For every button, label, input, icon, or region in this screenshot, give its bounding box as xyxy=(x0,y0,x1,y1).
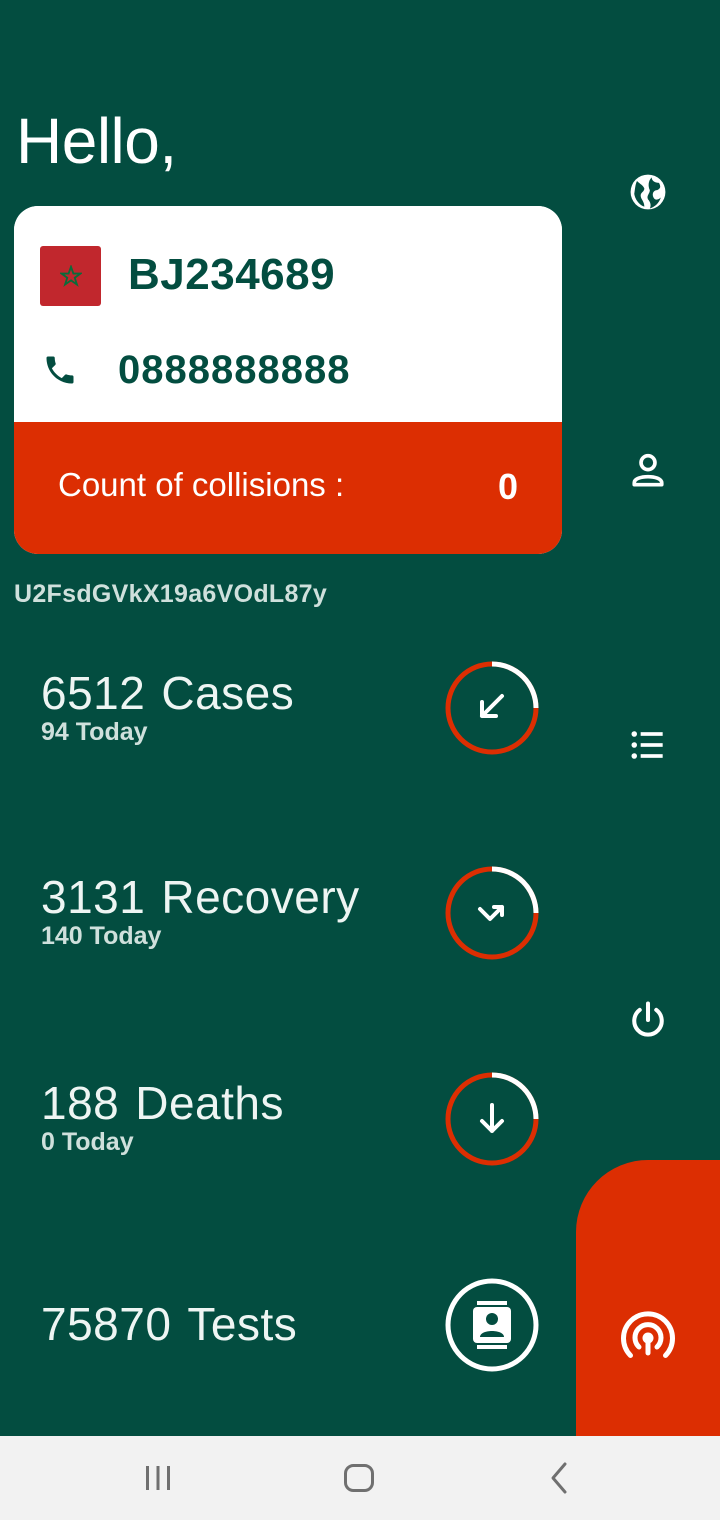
phone-icon xyxy=(46,356,74,384)
stat-recovery-value: 3131 xyxy=(41,871,146,923)
contact-icon[interactable] xyxy=(444,1277,540,1373)
morocco-flag-icon xyxy=(40,246,101,306)
stat-recovery-label: Recovery xyxy=(161,871,360,923)
collisions-count: 0 xyxy=(497,466,518,507)
user-card-info: BJ234689 0888888888 xyxy=(14,206,562,422)
stat-cases: 6512 Cases 94 Today xyxy=(41,666,294,747)
broadcast-icon xyxy=(621,1311,675,1358)
stat-recovery: 3131 Recovery 140 Today xyxy=(41,870,360,951)
arrow-down-left-icon[interactable] xyxy=(444,660,540,756)
stat-cases-label: Cases xyxy=(161,667,295,719)
stat-deaths-today: 0 Today xyxy=(41,1128,134,1156)
trend-up-icon[interactable] xyxy=(444,865,540,961)
stat-deaths-value: 188 xyxy=(41,1077,120,1129)
list-icon[interactable] xyxy=(626,723,670,767)
user-id: BJ234689 xyxy=(128,250,336,299)
home-icon[interactable] xyxy=(337,1456,381,1500)
recent-apps-icon[interactable] xyxy=(136,1456,180,1500)
collisions-label: Count of collisions : xyxy=(58,466,345,503)
stat-deaths-label: Deaths xyxy=(135,1077,284,1129)
stat-deaths: 188 Deaths 0 Today xyxy=(41,1076,284,1157)
system-nav-bar xyxy=(0,1436,720,1520)
globe-icon[interactable] xyxy=(626,170,670,214)
greeting-title: Hello, xyxy=(16,105,177,177)
stat-tests: 75870 Tests xyxy=(41,1297,297,1351)
profile-icon[interactable] xyxy=(626,448,670,492)
stat-cases-value: 6512 xyxy=(41,667,146,719)
stat-tests-label: Tests xyxy=(187,1298,298,1350)
user-card: BJ234689 0888888888 Count of collisions … xyxy=(14,206,562,554)
broadcast-button[interactable] xyxy=(576,1160,720,1436)
collisions-bar: Count of collisions : 0 xyxy=(14,422,562,554)
stat-tests-value: 75870 xyxy=(41,1298,172,1350)
phone-number: 0888888888 xyxy=(118,348,351,392)
arrow-down-icon[interactable] xyxy=(444,1071,540,1167)
stat-cases-today: 94 Today xyxy=(41,718,148,746)
device-token: U2FsdGVkX19a6VOdL87y xyxy=(14,580,328,608)
stat-recovery-today: 140 Today xyxy=(41,922,162,950)
back-icon[interactable] xyxy=(538,1456,582,1500)
power-icon[interactable] xyxy=(626,998,670,1042)
